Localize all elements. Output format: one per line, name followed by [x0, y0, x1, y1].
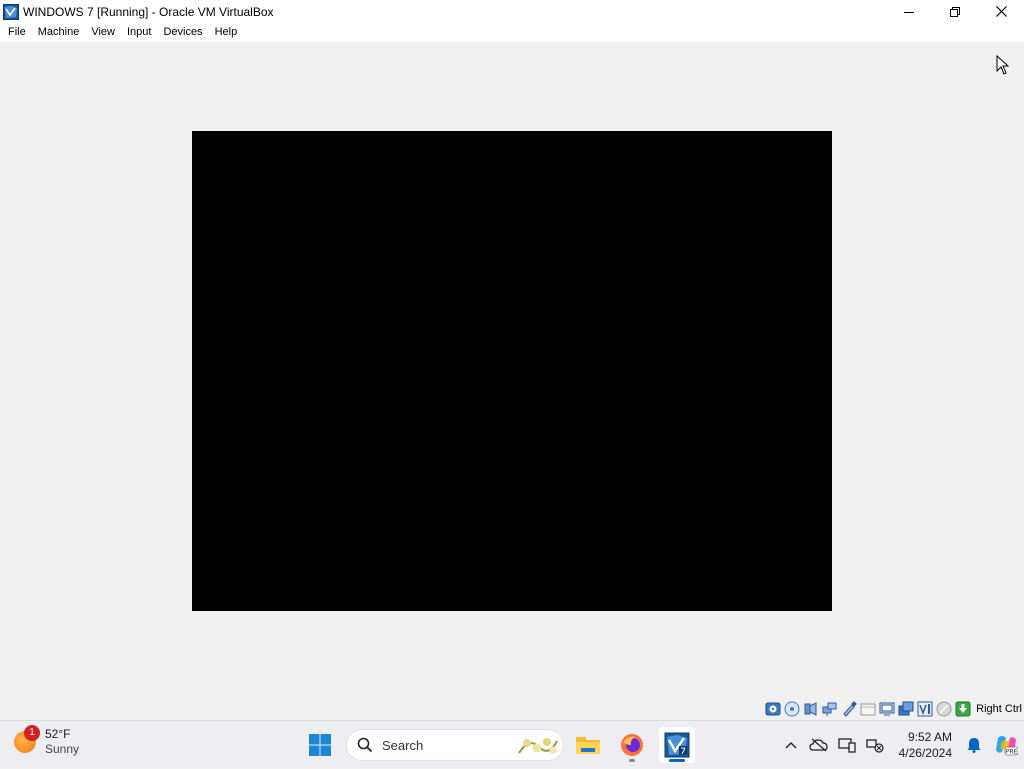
- network-button[interactable]: [861, 729, 889, 761]
- virtualbox-icon: [3, 3, 19, 20]
- menu-help[interactable]: Help: [209, 23, 244, 42]
- vm-screen[interactable]: [192, 131, 832, 611]
- firefox-button[interactable]: [614, 727, 650, 763]
- weather-widget[interactable]: 1 52°F Sunny: [14, 725, 80, 757]
- mouse-integration-icon[interactable]: [936, 701, 952, 717]
- video-capture-icon[interactable]: [898, 701, 914, 717]
- copilot-icon: PRE: [996, 736, 1018, 756]
- network-icon[interactable]: [822, 701, 838, 717]
- menu-input[interactable]: Input: [121, 23, 157, 42]
- usb-icon[interactable]: [841, 701, 857, 717]
- title-bar[interactable]: WINDOWS 7 [Running] - Oracle VM VirtualB…: [0, 0, 1024, 23]
- show-hidden-icons-button[interactable]: [777, 729, 805, 761]
- firefox-icon: [621, 734, 643, 756]
- system-tray: 9:52 AM 4/26/2024 PRE: [777, 721, 1024, 769]
- shared-folders-icon[interactable]: [860, 701, 876, 717]
- menu-devices[interactable]: Devices: [157, 23, 208, 42]
- onedrive-offline-icon: [808, 738, 828, 752]
- weather-temperature: 52°F: [45, 727, 71, 741]
- search-highlight-icon: [518, 738, 558, 754]
- menu-file[interactable]: File: [2, 23, 32, 42]
- menu-machine[interactable]: Machine: [32, 23, 86, 42]
- cpu-virtualization-icon[interactable]: [917, 701, 933, 717]
- display-icon[interactable]: [879, 701, 895, 717]
- taskbar-search[interactable]: Search: [346, 729, 564, 761]
- restore-icon: [950, 6, 960, 17]
- virtualbox-icon: [664, 732, 690, 758]
- weather-condition: Sunny: [45, 742, 80, 756]
- onedrive-button[interactable]: [805, 729, 833, 761]
- menu-bar: File Machine View Input Devices Help: [0, 23, 1024, 42]
- copilot-button[interactable]: PRE: [988, 729, 1024, 761]
- windows-logo-icon: [309, 734, 331, 756]
- clock-date: 4/26/2024: [898, 746, 952, 760]
- taskbar: 1 52°F Sunny Search 9:52 AM 4/26/2024 PR…: [0, 720, 1024, 768]
- menu-view[interactable]: View: [85, 23, 121, 42]
- file-explorer-button[interactable]: [570, 727, 606, 763]
- virtualbox-taskbar-button[interactable]: [659, 727, 695, 763]
- active-indicator: [669, 759, 685, 762]
- minimize-button[interactable]: [886, 0, 932, 23]
- hard-disk-icon[interactable]: [765, 701, 781, 717]
- optical-drive-icon[interactable]: [784, 701, 800, 717]
- close-icon: [995, 6, 1007, 17]
- running-indicator: [629, 759, 635, 762]
- mouse-cursor-icon: [996, 55, 1010, 75]
- notifications-button[interactable]: [960, 729, 988, 761]
- clock-time: 9:52 AM: [907, 730, 952, 744]
- close-button[interactable]: [978, 0, 1024, 23]
- network-disconnected-icon: [865, 739, 884, 753]
- start-button[interactable]: [302, 727, 338, 763]
- weather-badge: 1: [24, 725, 40, 741]
- folder-icon: [576, 737, 600, 754]
- notification-bell-icon: [967, 738, 981, 753]
- svg-text:PRE: PRE: [1006, 749, 1018, 756]
- sun-icon: 1: [14, 725, 40, 753]
- search-icon: [357, 737, 373, 753]
- vm-display-area[interactable]: [0, 42, 1024, 698]
- keyboard-capture-icon[interactable]: [955, 701, 971, 717]
- host-key-label: Right Ctrl: [976, 703, 1022, 715]
- devices-button[interactable]: [833, 729, 861, 761]
- chevron-up-icon: [785, 742, 797, 749]
- audio-icon[interactable]: [803, 701, 819, 717]
- minimize-icon: [904, 11, 914, 13]
- restore-button[interactable]: [932, 0, 978, 23]
- search-placeholder: Search: [382, 737, 424, 753]
- display-devices-icon: [837, 738, 856, 753]
- window-controls: [886, 0, 1024, 23]
- vm-status-bar: Right Ctrl: [0, 698, 1024, 720]
- window-title: WINDOWS 7 [Running] - Oracle VM VirtualB…: [23, 4, 274, 19]
- clock[interactable]: 9:52 AM 4/26/2024: [899, 729, 952, 761]
